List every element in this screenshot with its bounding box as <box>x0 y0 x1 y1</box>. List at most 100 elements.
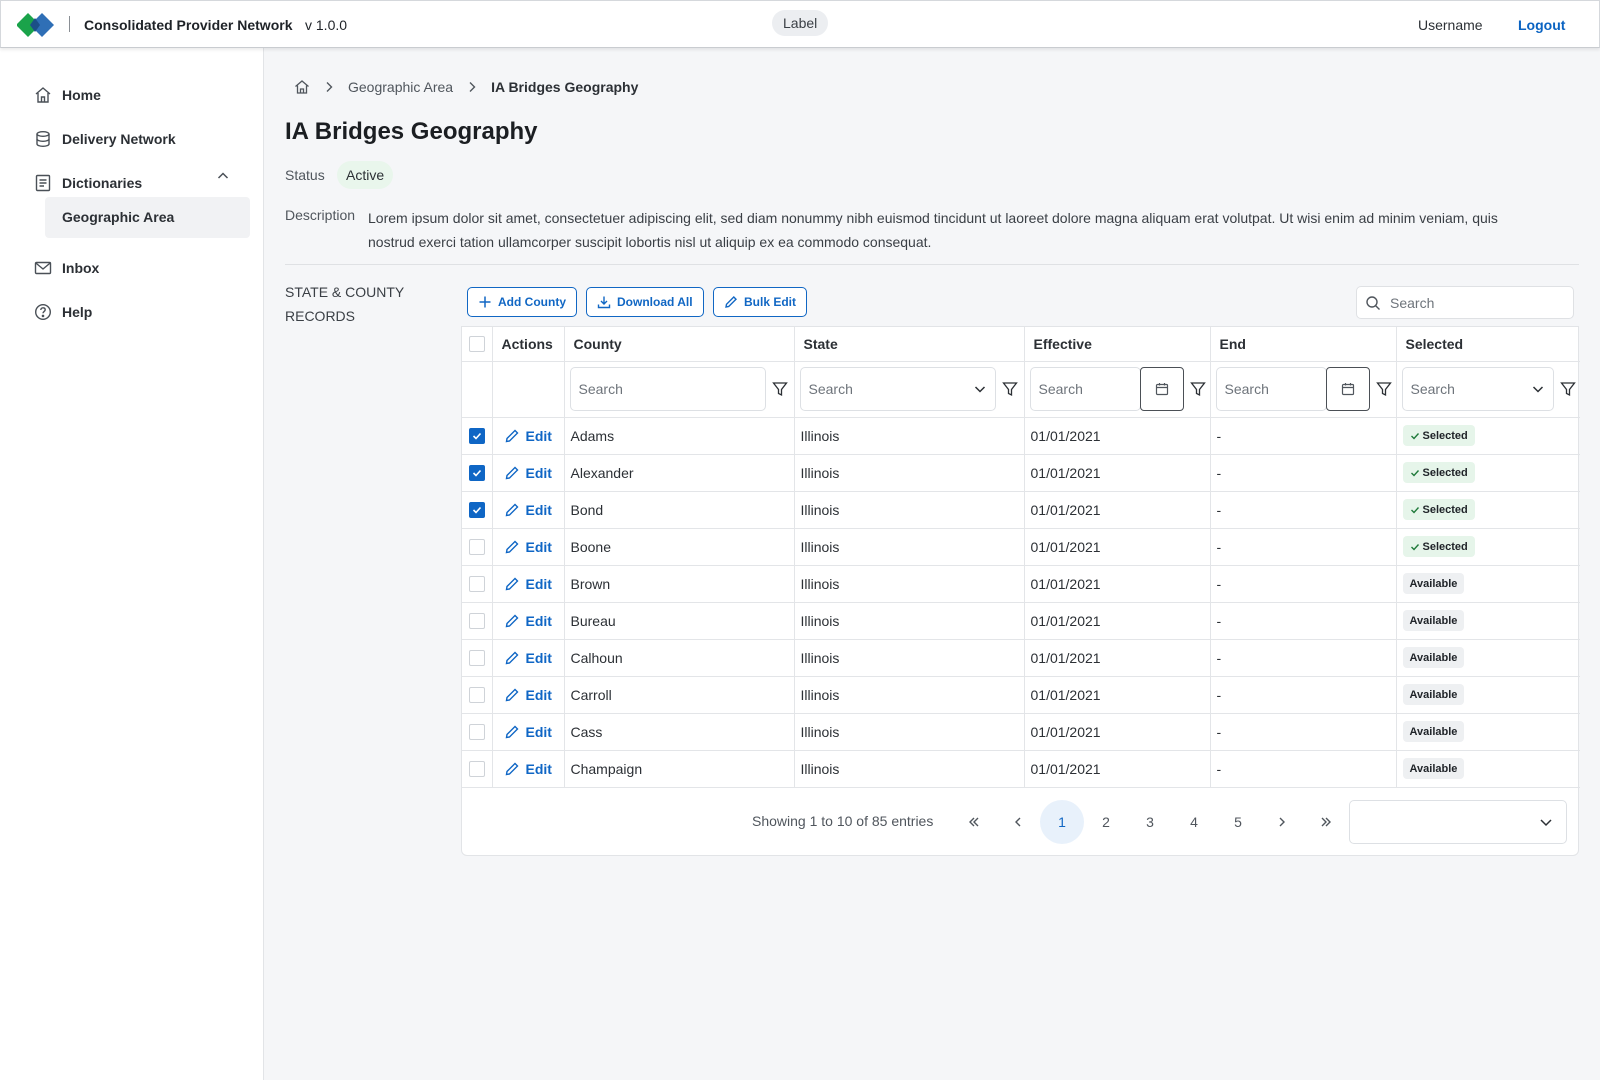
filter-icon[interactable] <box>1001 381 1018 397</box>
table-search[interactable] <box>1356 286 1574 319</box>
edit-link[interactable]: Edit <box>499 724 564 740</box>
row-checkbox[interactable] <box>469 686 485 703</box>
table-row[interactable]: Edit Boone Illinois 01/01/2021- Selected <box>462 528 1580 566</box>
sidebar-item-delivery-network[interactable]: Delivery Network <box>34 129 176 149</box>
sidebar-item-dictionaries[interactable]: Dictionaries <box>34 173 142 193</box>
download-all-button[interactable]: Download All <box>586 287 704 317</box>
row-checkbox[interactable] <box>469 723 485 740</box>
selected-filter-select[interactable] <box>1401 367 1554 411</box>
county-filter-input[interactable] <box>569 367 766 411</box>
pencil-icon <box>505 614 518 627</box>
filter-text-input[interactable] <box>1038 381 1134 397</box>
row-checkbox[interactable] <box>469 501 485 518</box>
table-row[interactable]: Edit Calhoun Illinois 01/01/2021- Available <box>462 639 1580 677</box>
filter-text-input[interactable] <box>808 381 959 397</box>
logout-link[interactable]: Logout <box>1518 17 1565 33</box>
page-button-3[interactable]: 3 <box>1128 800 1172 844</box>
filter-icon[interactable] <box>771 381 788 397</box>
page-button-5[interactable]: 5 <box>1216 800 1260 844</box>
pencil-icon <box>505 651 518 664</box>
row-checkbox[interactable] <box>469 464 485 481</box>
pencil-icon <box>505 466 518 479</box>
filter-text-input[interactable] <box>1410 381 1521 397</box>
row-checkbox[interactable] <box>469 612 485 629</box>
check-icon <box>472 506 482 514</box>
search-input[interactable] <box>1390 294 1560 311</box>
table-row[interactable]: Edit Bureau Illinois 01/01/2021- Available <box>462 602 1580 640</box>
pencil-icon <box>505 577 518 590</box>
row-checkbox[interactable] <box>469 760 485 777</box>
sidebar-item-home[interactable]: Home <box>34 85 101 105</box>
breadcrumb-current: IA Bridges Geography <box>491 79 639 95</box>
table-row[interactable]: Edit Brown Illinois 01/01/2021- Available <box>462 565 1580 603</box>
column-header-county[interactable]: County <box>564 327 795 362</box>
bulk-edit-button[interactable]: Bulk Edit <box>713 287 808 317</box>
select-all-checkbox[interactable] <box>469 335 485 352</box>
table-row[interactable]: Edit Cass Illinois 01/01/2021- Available <box>462 713 1580 751</box>
table-row[interactable]: Edit Alexander Illinois 01/01/2021- Selected <box>462 454 1580 492</box>
username[interactable]: Username <box>1418 17 1483 33</box>
filter-icon[interactable] <box>1375 381 1392 397</box>
sidebar-item-label: Delivery Network <box>62 131 176 147</box>
edit-link[interactable]: Edit <box>499 428 564 444</box>
column-header-end[interactable]: End <box>1210 327 1397 362</box>
last-page-button[interactable] <box>1304 800 1348 844</box>
actions-cell: Edit <box>492 639 565 677</box>
row-checkbox[interactable] <box>469 427 485 444</box>
previous-page-button[interactable] <box>996 800 1040 844</box>
actions-cell: Edit <box>492 454 565 492</box>
selection-status-label: Available <box>1409 651 1458 664</box>
row-checkbox[interactable] <box>469 649 485 666</box>
county-cell: Boone <box>564 528 795 566</box>
page-button-2[interactable]: 2 <box>1084 800 1128 844</box>
filter-icon[interactable] <box>1559 381 1576 397</box>
add-county-button[interactable]: Add County <box>467 287 577 317</box>
edit-link[interactable]: Edit <box>499 465 564 481</box>
table-row[interactable]: Edit Adams Illinois 01/01/2021- Selected <box>462 417 1580 455</box>
end-date-picker-button[interactable] <box>1325 367 1370 411</box>
page-button-4[interactable]: 4 <box>1172 800 1216 844</box>
edit-link[interactable]: Edit <box>499 687 564 703</box>
table-row[interactable]: Edit Bond Illinois 01/01/2021- Selected <box>462 491 1580 529</box>
row-checkbox[interactable] <box>469 538 485 555</box>
column-header-selected[interactable]: Selected <box>1396 327 1580 362</box>
effective-date-picker-button[interactable] <box>1139 367 1184 411</box>
column-header-effective[interactable]: Effective <box>1024 327 1211 362</box>
filter-cell-county <box>564 361 795 418</box>
table-row[interactable]: Edit Carroll Illinois 01/01/2021- Available <box>462 676 1580 714</box>
edit-link[interactable]: Edit <box>499 576 564 592</box>
column-header-state[interactable]: State <box>794 327 1025 362</box>
end-filter-input[interactable] <box>1215 367 1327 411</box>
selection-status-label: Selected <box>1422 503 1468 516</box>
home-icon[interactable] <box>294 79 310 95</box>
effective-cell: 01/01/2021 <box>1024 713 1211 751</box>
sidebar-subitem-geographic-area[interactable]: Geographic Area <box>45 197 250 238</box>
sidebar-item-help[interactable]: Help <box>34 302 92 322</box>
filter-text-input[interactable] <box>1224 381 1320 397</box>
sidebar-item-inbox[interactable]: Inbox <box>34 258 99 278</box>
filter-cell-state <box>794 361 1025 418</box>
page-button-1[interactable]: 1 <box>1040 800 1084 844</box>
effective-filter-input[interactable] <box>1029 367 1141 411</box>
state-filter-select[interactable] <box>799 367 996 411</box>
breadcrumb-geographic-area[interactable]: Geographic Area <box>348 79 453 95</box>
plus-icon <box>479 296 491 308</box>
check-icon <box>1410 543 1419 551</box>
chevron-up-icon[interactable] <box>215 168 231 184</box>
edit-link[interactable]: Edit <box>499 539 564 555</box>
filter-text-input[interactable] <box>578 381 759 397</box>
edit-link[interactable]: Edit <box>499 650 564 666</box>
edit-link[interactable]: Edit <box>499 502 564 518</box>
chevron-left-icon <box>1015 817 1021 827</box>
edit-link[interactable]: Edit <box>499 613 564 629</box>
table-row[interactable]: Edit Champaign Illinois 01/01/2021- Availabl… <box>462 750 1580 788</box>
selected-cell: Available <box>1396 639 1580 677</box>
document-icon <box>35 174 51 192</box>
row-checkbox[interactable] <box>469 575 485 592</box>
next-page-button[interactable] <box>1260 800 1304 844</box>
page-size-select[interactable] <box>1349 800 1567 844</box>
selection-status-badge: Available <box>1402 684 1465 705</box>
filter-icon[interactable] <box>1189 381 1206 397</box>
edit-link[interactable]: Edit <box>499 761 564 777</box>
first-page-button[interactable] <box>952 800 996 844</box>
